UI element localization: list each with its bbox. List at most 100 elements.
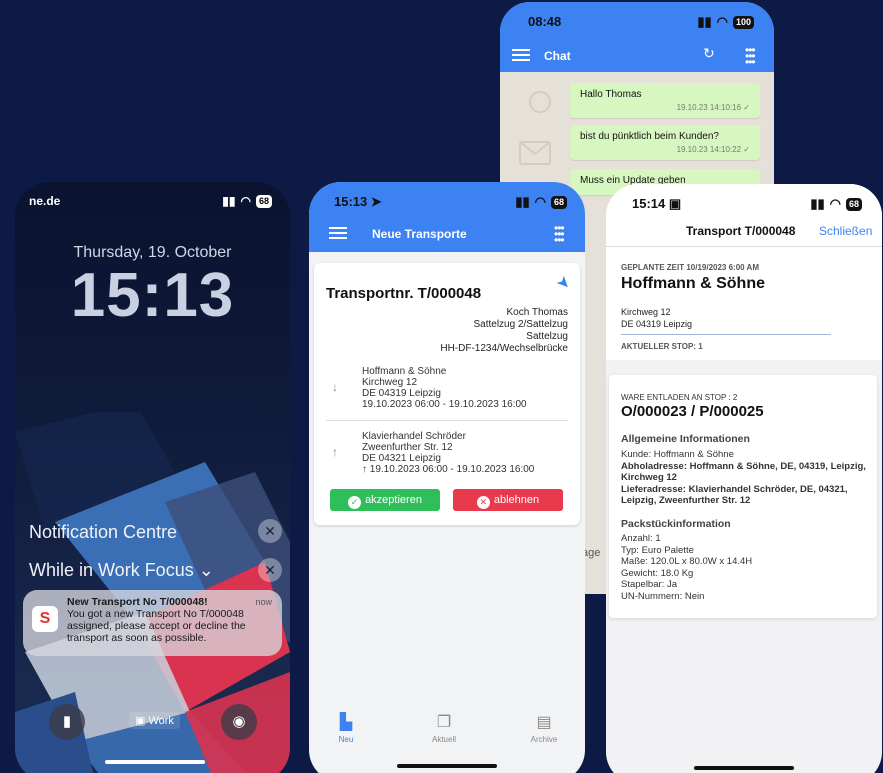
message-timestamp: 19.10.23 14:10:16 ✓ <box>676 103 750 112</box>
status-bar: 08:48 ▮▮ ◠ 100 <box>528 14 754 30</box>
close-icon[interactable]: ✕ <box>258 558 282 582</box>
stop-window: 19.10.2023 06:00 - 19.10.2023 16:00 <box>362 399 527 410</box>
tab-bar: ▙ Neu ❐ Aktuell ▤ Archive <box>309 702 585 752</box>
battery-icon: 68 <box>550 195 567 209</box>
lock-time: 15:13 <box>70 261 235 330</box>
badge-icon: ▣ <box>668 196 682 211</box>
badge-icon: ▣ <box>135 715 146 727</box>
notification-title: New Transport No T/000048! <box>67 596 208 608</box>
customer: Kunde: Hoffmann & Söhne <box>621 449 734 460</box>
message-timestamp: 19.10.23 14:10:22 ✓ <box>676 145 750 154</box>
driver-name: Koch Thomas <box>506 307 568 318</box>
close-icon[interactable]: ✕ <box>258 519 282 543</box>
transport-header: 15:13 ➤ ▮▮ ◠ 68 Neue Transporte ••• ••• ••… <box>309 182 585 252</box>
battery-icon: 68 <box>255 194 272 208</box>
transport-list-phone: 15:13 ➤ ▮▮ ◠ 68 Neue Transporte ••• ••• ••… <box>309 182 585 773</box>
apps-grid-icon[interactable]: ••• ••• ••• <box>745 44 756 68</box>
package-line: UN-Nummern: Nein <box>621 590 705 602</box>
signal-icon: ▮▮ <box>697 14 712 29</box>
home-indicator[interactable] <box>397 764 497 768</box>
page-title: Transport T/000048 <box>686 224 796 238</box>
check-icon: ✓ <box>348 496 362 509</box>
app-logo-icon: S <box>32 606 58 632</box>
address-street: Kirchweg 12 <box>621 307 671 317</box>
tab-neu[interactable]: ▙ Neu <box>316 712 376 744</box>
divider <box>621 334 831 335</box>
status-time: 15:13 ➤ <box>334 194 382 209</box>
chevron-down-icon: ⌄ <box>198 560 214 580</box>
notification-time: now <box>255 597 272 607</box>
divider <box>326 420 568 421</box>
battery-icon: 68 <box>845 197 862 211</box>
stop-city: DE 04319 Leipzig <box>362 388 441 399</box>
status-bar: ne.de ▮▮ ◠ 68 <box>29 194 272 208</box>
vehicle-type: Sattelzug <box>526 331 568 342</box>
message-text: bist du pünktlich beim Kunden? <box>580 131 719 142</box>
arrow-up-icon: ↑ <box>362 464 367 475</box>
wifi-icon: ◠ <box>534 194 546 209</box>
current-stop: AKTUELLER STOP: 1 <box>621 342 703 351</box>
transport-number: Transportnr. T/000048 <box>326 285 482 302</box>
tab-aktuell[interactable]: ❐ Aktuell <box>414 712 474 744</box>
work-label: Work <box>148 715 174 727</box>
transport-card[interactable]: ➤ Transportnr. T/000048 Koch Thomas Satt… <box>314 263 580 525</box>
status-time: 08:48 <box>528 14 562 29</box>
document-icon: ▙ <box>339 714 353 731</box>
arrow-down-icon: ↓ <box>332 380 338 394</box>
refresh-icon[interactable]: ↻ <box>703 45 715 62</box>
status-bar: 15:13 ➤ ▮▮ ◠ 68 <box>334 194 567 210</box>
focus-label-text: While in Work Focus <box>29 560 194 580</box>
stop-name: Klavierhandel Schröder <box>362 431 466 442</box>
lockscreen-phone: ne.de ▮▮ ◠ 68 Thursday, 19. October 15:1… <box>15 182 290 773</box>
transport-notification[interactable]: S New Transport No T/000048! now You got… <box>23 590 282 656</box>
message-text: Hallo Thomas <box>580 89 642 100</box>
apps-grid-icon[interactable]: ••• ••• ••• <box>554 222 565 246</box>
planned-time: GEPLANTE ZEIT 10/19/2023 6:00 AM <box>621 263 759 272</box>
stop-window: ↑ 19.10.2023 06:00 - 19.10.2023 16:00 <box>362 464 535 475</box>
menu-icon[interactable] <box>512 49 530 61</box>
flashlight-icon[interactable]: ▮ <box>49 704 85 740</box>
chat-title: Chat <box>544 49 571 63</box>
notification-body: You got a new Transport No T/000048 assi… <box>67 608 246 644</box>
status-time: 15:14 ▣ <box>632 196 682 211</box>
stop-city: DE 04321 Leipzig <box>362 453 441 464</box>
package-line: Anzahl: 1 <box>621 533 661 544</box>
chat-header: 08:48 ▮▮ ◠ 100 Chat ↻ ••• ••• ••• <box>500 2 774 72</box>
package-info: Anzahl: 1 Typ: Euro Palette Maße: 120.0L… <box>621 533 867 602</box>
package-line: Stapelbar: Ja <box>621 579 677 590</box>
tab-archive[interactable]: ▤ Archive <box>514 712 574 744</box>
wifi-icon: ◠ <box>716 14 728 29</box>
menu-icon[interactable] <box>329 227 347 239</box>
notification-centre-label[interactable]: Notification Centre <box>29 522 177 543</box>
chat-message: Hallo Thomas 19.10.23 14:10:16 ✓ <box>570 83 760 118</box>
accept-button[interactable]: ✓ akzeptieren <box>330 489 440 511</box>
transport-detail-phone: 15:14 ▣ ▮▮ ◠ 68 Transport T/000048 Schli… <box>606 184 882 773</box>
archive-icon: ▤ <box>536 714 552 731</box>
close-button[interactable]: Schließen <box>819 224 872 238</box>
trailer: HH-DF-1234/Wechselbrücke <box>440 343 568 354</box>
stop-street: Kirchweg 12 <box>362 377 418 388</box>
section-title: Allgemeine Informationen <box>621 433 750 445</box>
focus-label[interactable]: While in Work Focus ⌄ <box>29 560 214 581</box>
driver-info: Koch Thomas Sattelzug 2/Sattelzug Sattel… <box>440 307 568 355</box>
divider <box>606 246 882 247</box>
decline-button[interactable]: ✕ ablehnen <box>453 489 563 511</box>
section-title: Packstückinformation <box>621 518 731 530</box>
x-circle-icon: ✕ <box>476 496 490 509</box>
location-arrow-icon: ➤ <box>370 194 382 209</box>
goods-card: WARE ENTLADEN AN STOP : 2 O/000023 / P/0… <box>609 375 877 618</box>
home-indicator[interactable] <box>105 760 205 764</box>
stop-street: Zweenfurther Str. 12 <box>362 442 453 453</box>
unload-label: WARE ENTLADEN AN STOP : 2 <box>621 393 738 402</box>
order-number: O/000023 / P/000025 <box>621 403 764 420</box>
home-indicator[interactable] <box>694 766 794 770</box>
camera-icon[interactable]: ◉ <box>221 704 257 740</box>
carrier-label: ne.de <box>29 194 61 208</box>
documents-icon: ❐ <box>436 714 452 731</box>
stop-name: Hoffmann & Söhne <box>362 366 447 377</box>
navigation-icon[interactable]: ➤ <box>551 271 575 295</box>
page-title: Neue Transporte <box>372 227 467 241</box>
pickup-address: Abholadresse: Hoffmann & Söhne, DE, 0431… <box>621 460 866 484</box>
delivery-address: Lieferadresse: Klavierhandel Schröder, D… <box>621 483 848 507</box>
package-line: Typ: Euro Palette <box>621 544 694 556</box>
